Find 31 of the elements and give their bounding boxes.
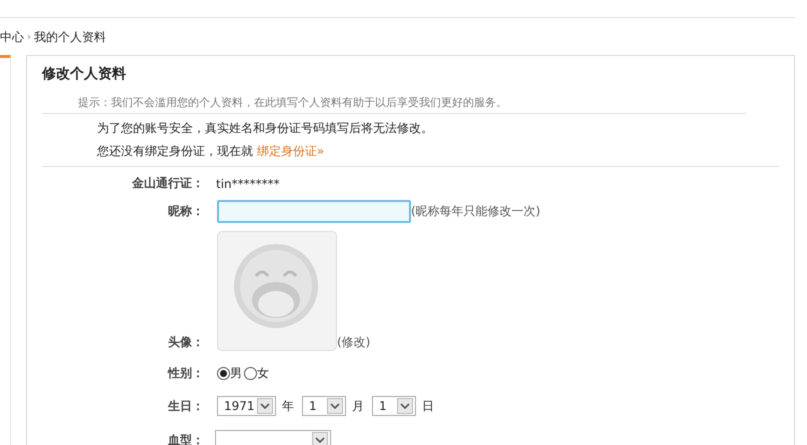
radio-button[interactable] [217, 367, 230, 380]
radio-button[interactable] [244, 367, 257, 380]
date-unit: 日 [422, 398, 434, 414]
date-select[interactable]: 1971 [217, 396, 276, 416]
date-select[interactable]: 1 [372, 396, 416, 416]
caret-icon [257, 398, 273, 414]
date-select[interactable]: 1 [302, 396, 346, 416]
notice-text: 为了您的账号安全，真实姓名和身份证号码填写后将无法修改。 [97, 120, 434, 137]
caret-icon [312, 432, 328, 445]
bind-text: 您还没有绑定身份证，现在就 [97, 144, 253, 158]
privacy-hint: 提示：我们不会滥用您的个人资料，在此填写个人资料有助于以后享受我们更好的服务。 [78, 96, 507, 109]
field-label: 昵称： [167, 203, 204, 220]
account-value: tin******** [216, 176, 280, 190]
radio-label: 女 [257, 365, 269, 382]
field-label: 血型： [167, 432, 204, 445]
field-note: (昵称每年只能修改一次) [411, 203, 540, 220]
breadcrumb-current: 我的个人资料 [34, 29, 106, 46]
field-label: 金山通行证： [131, 175, 204, 192]
field-label: 头像： [167, 334, 204, 351]
date-unit: 年 [282, 398, 294, 414]
caret-icon [327, 398, 343, 414]
breadcrumb-link[interactable]: 中心 [0, 29, 24, 46]
change-avatar-link[interactable]: (修改) [337, 334, 370, 351]
field-label: 生日： [166, 398, 204, 414]
field-label: 性别： [166, 365, 204, 382]
caret-icon [397, 398, 413, 414]
nickname-field[interactable] [217, 200, 411, 223]
breadcrumb-separator: › [27, 32, 31, 43]
radio-label: 男 [230, 365, 242, 382]
date-unit: 月 [352, 398, 364, 414]
panel-title: 修改个人资料 [42, 65, 127, 84]
